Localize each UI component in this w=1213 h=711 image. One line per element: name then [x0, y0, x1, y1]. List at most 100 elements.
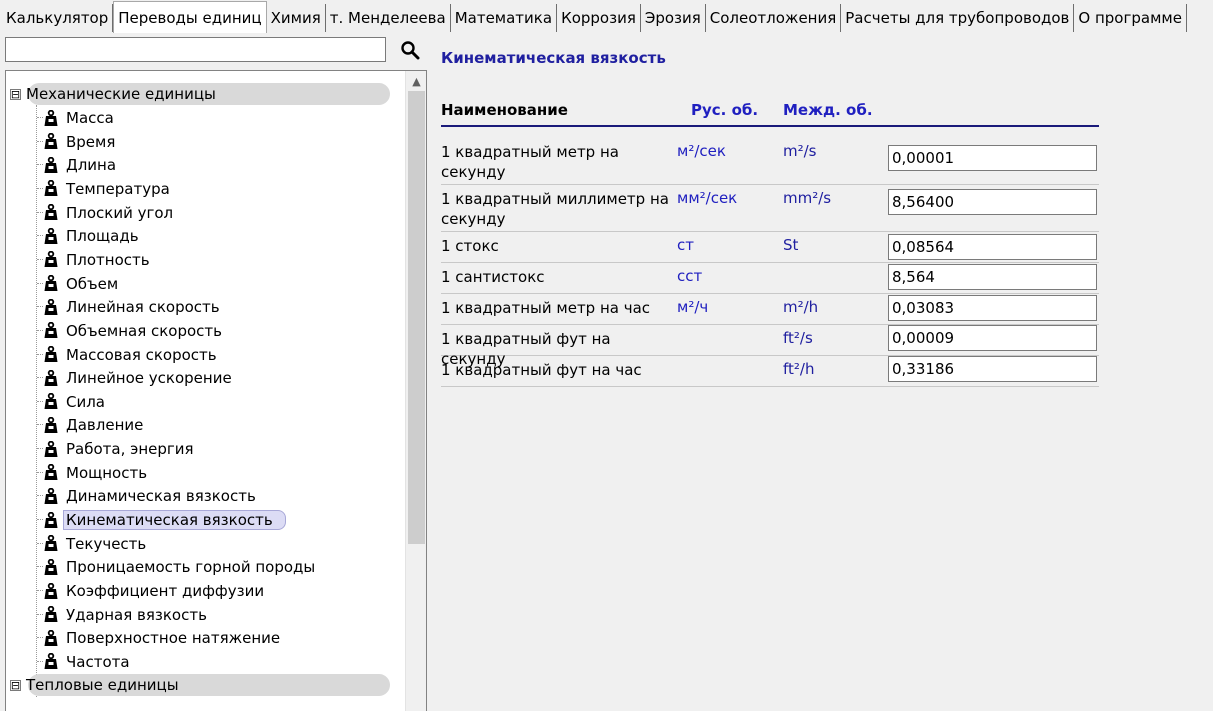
tree-connector: [37, 306, 43, 308]
tree-connector: [37, 211, 43, 213]
category-label: Тепловые единицы: [26, 676, 179, 694]
tab-corrosion[interactable]: Коррозия: [557, 4, 641, 32]
header-name: Наименование: [441, 101, 568, 119]
tab-about[interactable]: О программе: [1074, 4, 1187, 32]
tree-item[interactable]: Плоский угол: [37, 202, 176, 224]
unit-name: 1 квадратный метр на час: [441, 299, 651, 317]
tree-item[interactable]: Плотность: [37, 249, 153, 271]
tree-item[interactable]: Динамическая вязкость: [37, 485, 259, 507]
tree-item[interactable]: Ударная вязкость: [37, 604, 210, 626]
tree-item[interactable]: Объемная скорость: [37, 320, 225, 342]
tree-item[interactable]: Давление: [37, 414, 146, 436]
tree-item-label: Частота: [66, 652, 130, 671]
conversion-row: 1 квадратный метр на час м²/ч m²/h: [441, 294, 1099, 325]
tree-item-label: Ударная вязкость: [66, 605, 207, 624]
tree-item[interactable]: Объем: [37, 273, 121, 295]
tree-item[interactable]: Частота: [37, 651, 133, 673]
category-thermal[interactable]: ⊟ Тепловые единицы: [10, 674, 179, 696]
tree-connector: [37, 660, 43, 662]
unit-value-input[interactable]: [888, 264, 1097, 290]
tree-item[interactable]: Кинематическая вязкость: [37, 509, 286, 531]
scroll-up-icon[interactable]: ▲: [406, 71, 426, 91]
tree-item[interactable]: Текучесть: [37, 533, 149, 555]
search-input[interactable]: [5, 37, 386, 62]
tree-connector: [37, 542, 43, 544]
collapse-icon[interactable]: ⊟: [10, 88, 21, 100]
weight-icon: [44, 511, 58, 528]
unit-intl-symbol: mm²/s: [783, 189, 832, 207]
search-icon: [401, 41, 420, 60]
tree-item-label: Давление: [66, 416, 144, 435]
tree-item-label: Текучесть: [66, 534, 147, 553]
tree-connector: [37, 329, 43, 331]
tree-connector: [37, 258, 43, 260]
weight-icon: [44, 298, 58, 315]
tree-item[interactable]: Время: [37, 131, 118, 153]
weight-icon: [44, 606, 58, 623]
tree-item[interactable]: Площадь: [37, 225, 142, 247]
tab-pipeline[interactable]: Расчеты для трубопроводов: [841, 4, 1075, 32]
tree-connector: [37, 164, 43, 166]
tree-item[interactable]: Длина: [37, 154, 119, 176]
tree-item-label: Плоский угол: [66, 203, 174, 222]
tree-item[interactable]: Работа, энергия: [37, 438, 197, 460]
tree-item[interactable]: Температура: [37, 178, 173, 200]
panel-title: Кинематическая вязкость: [441, 49, 666, 67]
category-mechanical[interactable]: ⊟ Механические единицы: [10, 83, 216, 105]
tab-unit-conversion[interactable]: Переводы единиц: [113, 1, 267, 33]
scroll-thumb[interactable]: [408, 91, 425, 544]
tree-connector: [37, 353, 43, 355]
unit-value-input[interactable]: [888, 356, 1097, 382]
unit-value-input[interactable]: [888, 234, 1097, 260]
collapse-icon[interactable]: ⊟: [10, 679, 21, 691]
unit-intl-symbol: m²/h: [783, 298, 819, 316]
tree-item[interactable]: Сила: [37, 391, 108, 413]
weight-icon: [44, 227, 58, 244]
weight-icon: [44, 558, 58, 575]
tab-periodic-table[interactable]: т. Менделеева: [326, 4, 451, 32]
unit-rus-symbol: ст: [677, 236, 694, 254]
tree-item[interactable]: Проницаемость горной породы: [37, 556, 318, 578]
unit-value-input[interactable]: [888, 145, 1097, 171]
tree-item-label: Кинематическая вязкость: [63, 510, 286, 531]
weight-icon: [44, 416, 58, 433]
tree-connector: [37, 448, 43, 450]
tree-item[interactable]: Поверхностное натяжение: [37, 627, 283, 649]
tab-chemistry[interactable]: Химия: [267, 4, 326, 32]
tree-item[interactable]: Масса: [37, 107, 117, 129]
weight-icon: [44, 629, 58, 646]
tree-connector: [37, 187, 43, 189]
tree-connector: [37, 519, 43, 521]
tree-connector: [37, 282, 43, 284]
weight-icon: [44, 346, 58, 362]
weight-icon: [44, 251, 58, 268]
tab-scaling[interactable]: Солеотложения: [706, 4, 842, 32]
weight-icon: [44, 369, 58, 386]
tree-connector: [37, 590, 43, 591]
search-button[interactable]: [398, 39, 422, 61]
unit-value-input[interactable]: [888, 295, 1097, 321]
tree-item[interactable]: Коэффициент диффузии: [37, 580, 267, 602]
tree-connector: [37, 424, 43, 426]
tree-scrollbar[interactable]: ▲: [405, 71, 426, 711]
tree-connector: [37, 377, 43, 379]
weight-icon: [44, 180, 58, 197]
tab-math[interactable]: Математика: [451, 4, 558, 32]
unit-value-input[interactable]: [888, 189, 1097, 215]
tab-calculator[interactable]: Калькулятор: [2, 4, 114, 32]
tab-erosion[interactable]: Эрозия: [641, 4, 706, 32]
conversion-row: 1 сантистокс сст: [441, 263, 1099, 294]
tree-item[interactable]: Линейное ускорение: [37, 367, 235, 389]
conversion-row: 1 квадратный фут на секунду ft²/s: [441, 325, 1099, 368]
unit-name: 1 стокс: [441, 237, 499, 255]
tree-connector: [37, 566, 43, 568]
tree-item-label: Проницаемость горной породы: [66, 558, 316, 577]
tree-connector: [37, 637, 43, 639]
unit-value-input[interactable]: [888, 325, 1097, 351]
unit-name: 1 квадратный фут на час: [441, 361, 642, 379]
tree-item[interactable]: Массовая скорость: [37, 344, 220, 366]
tree-item[interactable]: Мощность: [37, 462, 150, 484]
conversion-row: 1 квадратный метр на секунду м²/сек m²/s: [441, 138, 1099, 185]
tree-item[interactable]: Линейная скорость: [37, 296, 223, 318]
unit-name: 1 квадратный метр на секунду: [441, 143, 619, 181]
